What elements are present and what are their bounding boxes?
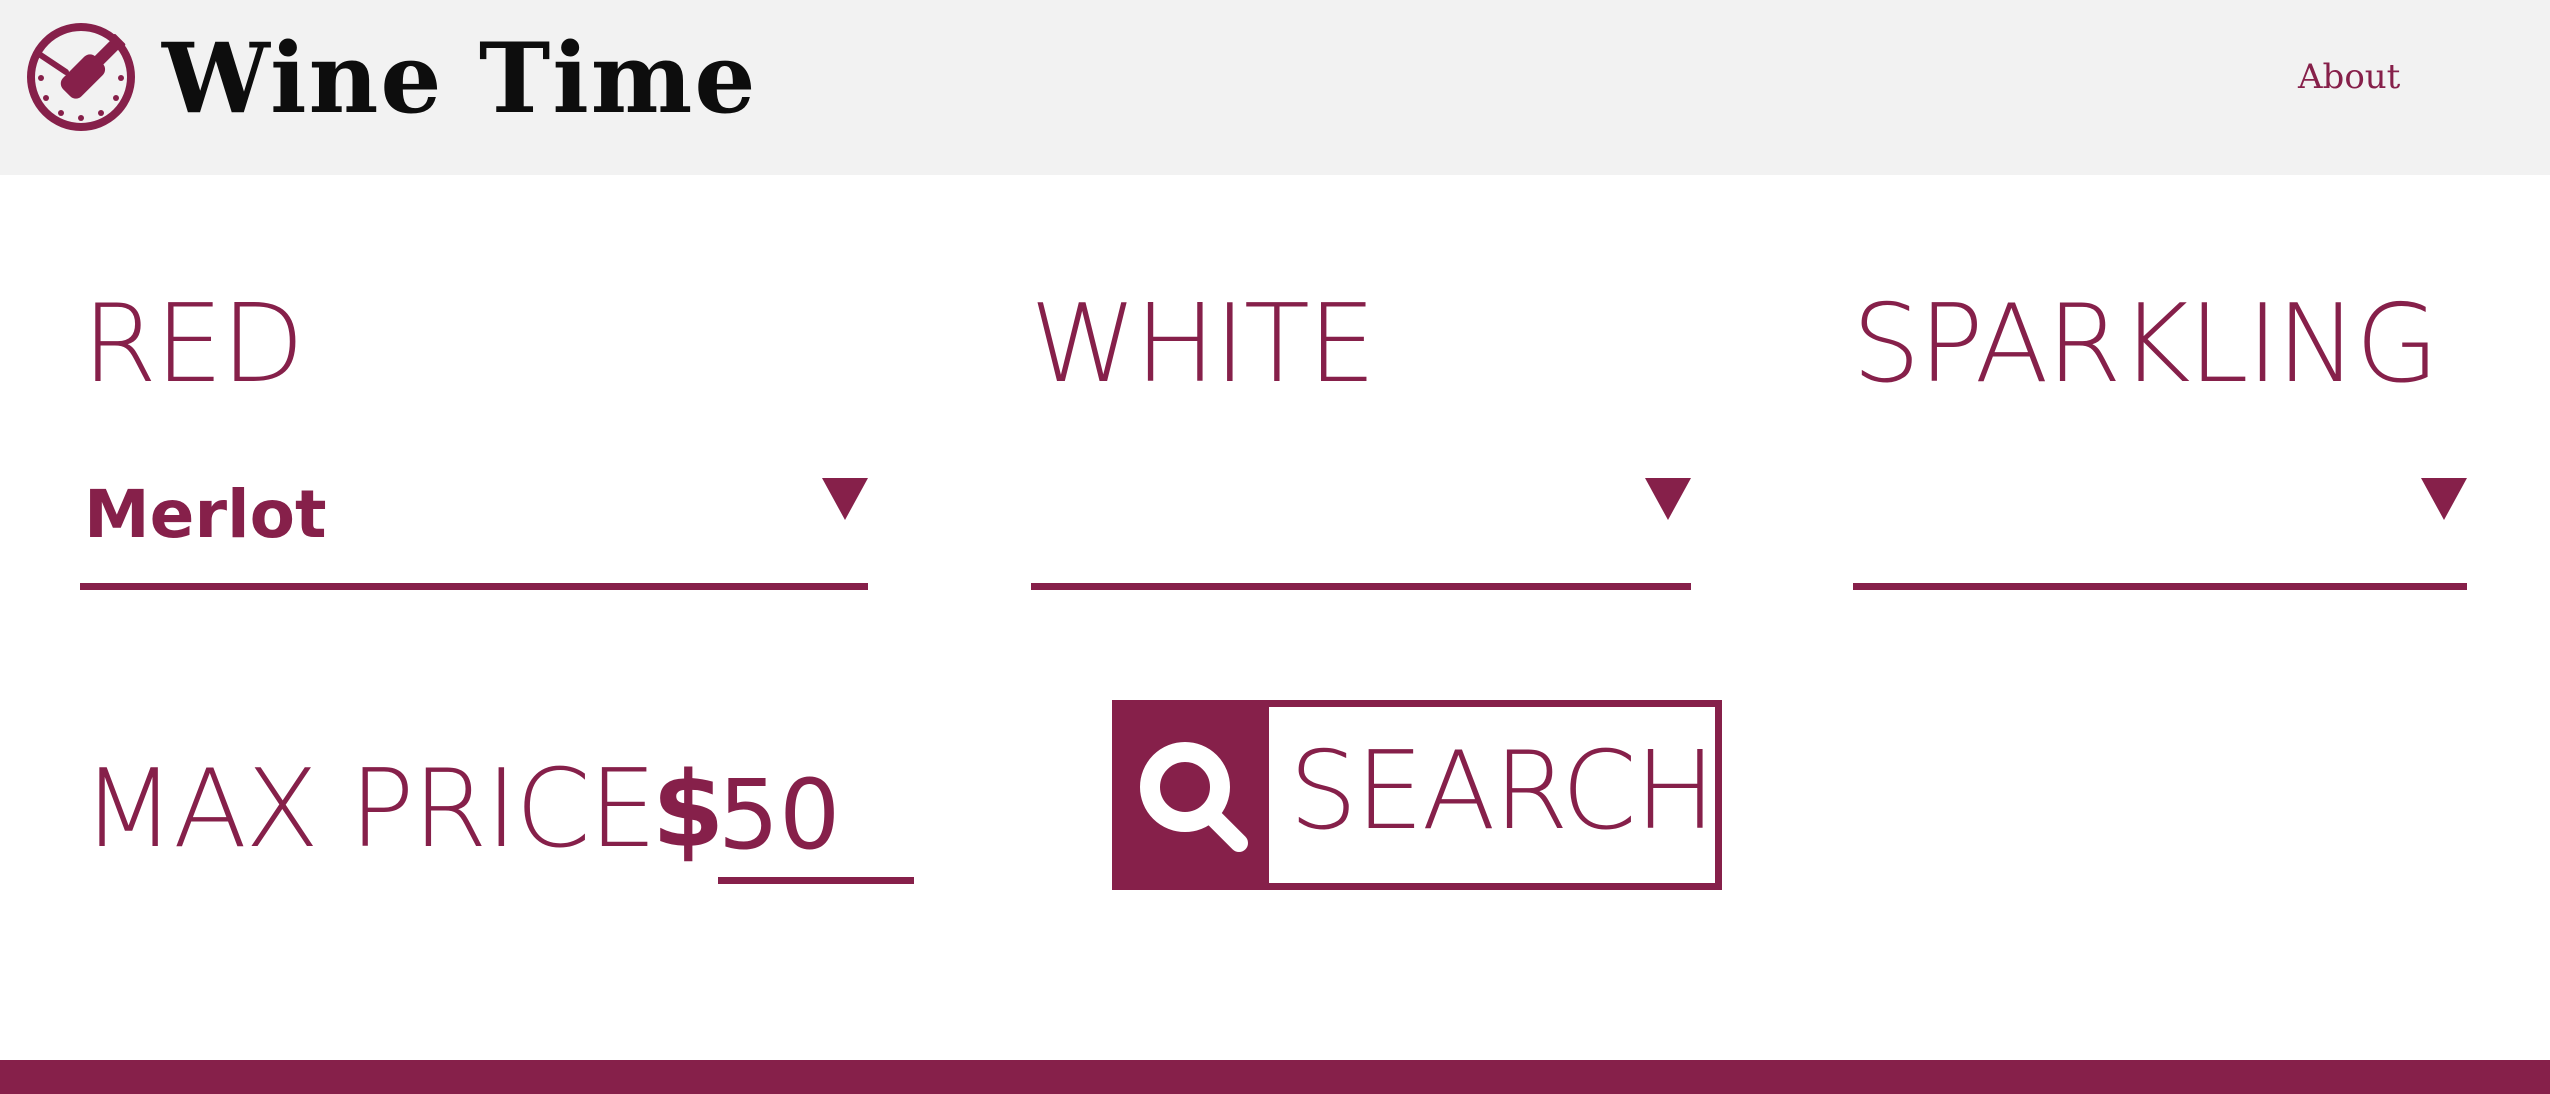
- search-button[interactable]: SEARCH: [1112, 700, 1722, 890]
- red-category-label: RED: [82, 282, 304, 407]
- white-category-label: WHITE: [1030, 282, 1376, 407]
- search-icon: [1119, 707, 1269, 883]
- red-select-underline: [80, 583, 868, 590]
- red-wine-select[interactable]: Merlot: [80, 450, 868, 590]
- sparkling-select-underline: [1853, 583, 2467, 590]
- brand-title[interactable]: Wine Time: [162, 22, 757, 136]
- max-price-label: MAX PRICE: [82, 747, 657, 872]
- currency-symbol: $: [652, 749, 725, 871]
- chevron-down-icon[interactable]: [2421, 478, 2467, 520]
- footer-bar: [0, 1060, 2550, 1094]
- chevron-down-icon[interactable]: [822, 478, 868, 520]
- header-bar: Wine Time About: [0, 0, 2550, 175]
- max-price-input[interactable]: [718, 752, 914, 884]
- nav-about-link[interactable]: About: [2298, 52, 2400, 102]
- search-button-label: SEARCH: [1289, 729, 1716, 854]
- white-select-underline: [1031, 583, 1691, 590]
- chevron-down-icon[interactable]: [1645, 478, 1691, 520]
- white-wine-select[interactable]: [1031, 450, 1691, 590]
- clock-wine-bottle-icon[interactable]: [24, 20, 138, 134]
- red-selected-value: Merlot: [84, 476, 327, 553]
- page: Wine Time About RED Merlot WHITE SPARKLI…: [0, 0, 2550, 1094]
- sparkling-wine-select[interactable]: [1853, 450, 2467, 590]
- sparkling-category-label: SPARKLING: [1852, 282, 2439, 407]
